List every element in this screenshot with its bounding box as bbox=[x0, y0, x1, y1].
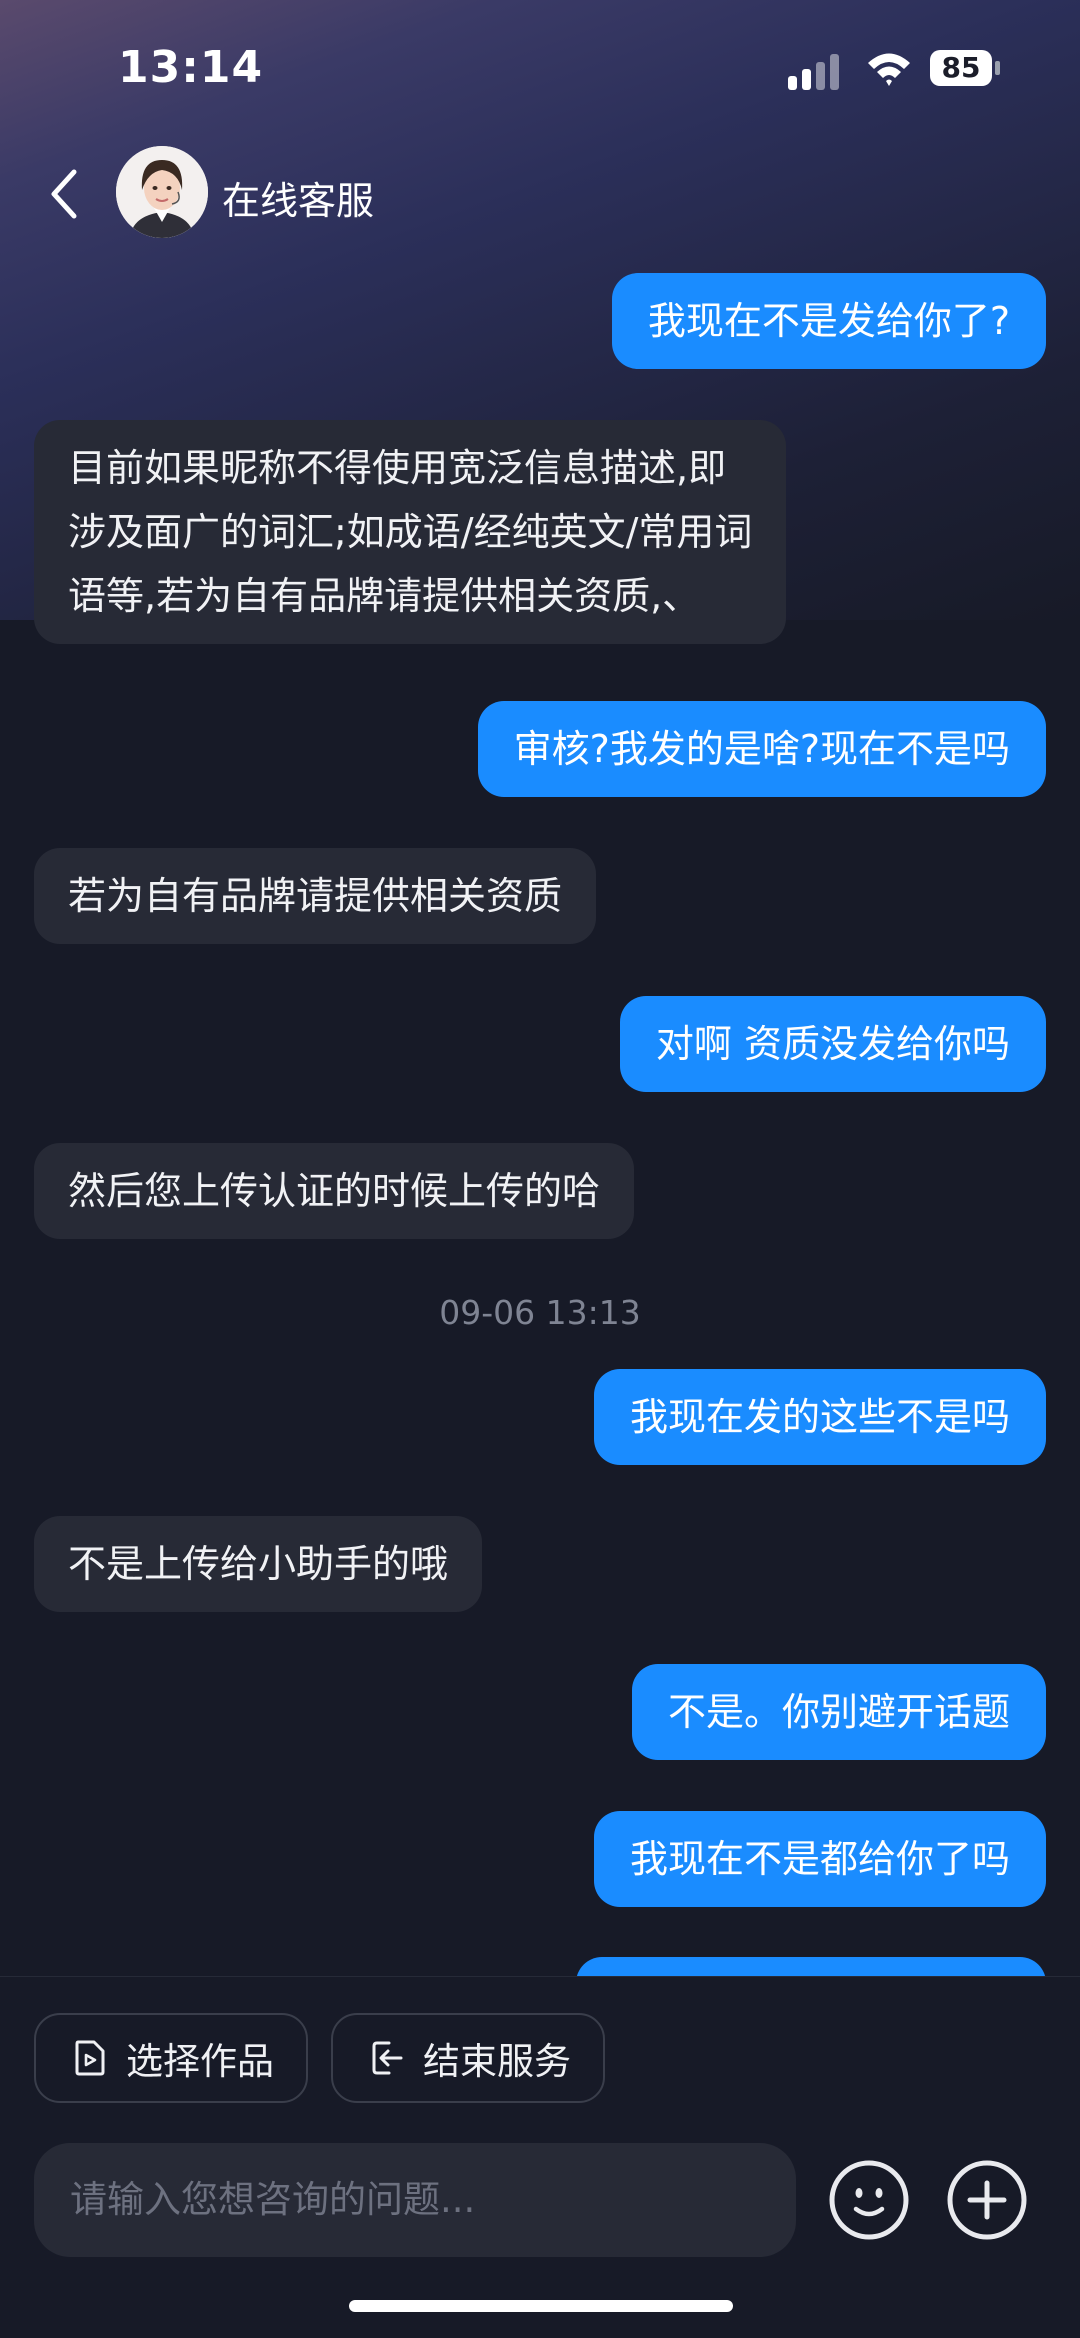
page-title: 在线客服 bbox=[222, 179, 375, 223]
avatar[interactable] bbox=[116, 146, 208, 238]
signal-icon bbox=[788, 54, 844, 90]
plus-icon[interactable] bbox=[946, 2159, 1028, 2241]
message-outgoing: 我现在发的这些不是吗 bbox=[593, 1369, 1046, 1465]
message-line: 涉及面广的词汇;如成语/经纯英文/常用词 bbox=[68, 510, 753, 554]
end-service-button[interactable]: 结束服务 bbox=[331, 2013, 605, 2103]
back-icon[interactable] bbox=[44, 164, 84, 224]
message-incoming: 不是上传给小助手的哦 bbox=[34, 1516, 483, 1612]
message-line: 语等,若为自有品牌请提供相关资质,、 bbox=[68, 574, 701, 618]
message-outgoing: 对啊 资质没发给你吗 bbox=[619, 996, 1046, 1092]
message-list[interactable]: 我现在不是发给你了? 目前如果昵称不得使用宽泛信息描述,即 涉及面广的词汇;如成… bbox=[0, 260, 1080, 1976]
message-input[interactable]: 请输入您想咨询的问题... bbox=[34, 2143, 796, 2257]
message-outgoing-partial bbox=[576, 1957, 1046, 1976]
bottom-panel: 选择作品 结束服务 请输入您想咨询的问题... bbox=[0, 1976, 1080, 2338]
message-line: 目前如果昵称不得使用宽泛信息描述,即 bbox=[68, 446, 727, 490]
message-outgoing: 我现在不是都给你了吗 bbox=[593, 1811, 1046, 1907]
status-time: 13:14 bbox=[118, 42, 264, 93]
wifi-icon bbox=[868, 53, 910, 86]
message-outgoing: 不是。你别避开话题 bbox=[631, 1664, 1046, 1760]
battery-level: 85 bbox=[930, 50, 992, 86]
end-service-label: 结束服务 bbox=[423, 2040, 571, 2083]
message-outgoing: 审核?我发的是啥?现在不是吗 bbox=[477, 701, 1046, 797]
select-work-button[interactable]: 选择作品 bbox=[34, 2013, 308, 2103]
status-bar: 13:14 85 bbox=[0, 0, 1080, 140]
message-incoming: 然后您上传认证的时候上传的哈 bbox=[34, 1143, 635, 1239]
chat-header: 在线客服 bbox=[0, 140, 1080, 250]
home-indicator[interactable] bbox=[349, 2300, 733, 2312]
message-outgoing: 我现在不是发给你了? bbox=[611, 273, 1046, 369]
message-incoming: 若为自有品牌请提供相关资质 bbox=[34, 848, 597, 944]
battery-icon: 85 bbox=[930, 50, 1004, 88]
emoji-icon[interactable] bbox=[828, 2159, 910, 2241]
video-file-icon bbox=[75, 2040, 105, 2076]
select-work-label: 选择作品 bbox=[126, 2040, 274, 2083]
exit-icon bbox=[372, 2041, 403, 2075]
message-timestamp: 09-06 13:13 bbox=[439, 1293, 641, 1332]
message-incoming: 目前如果昵称不得使用宽泛信息描述,即 涉及面广的词汇;如成语/经纯英文/常用词 … bbox=[34, 420, 787, 644]
